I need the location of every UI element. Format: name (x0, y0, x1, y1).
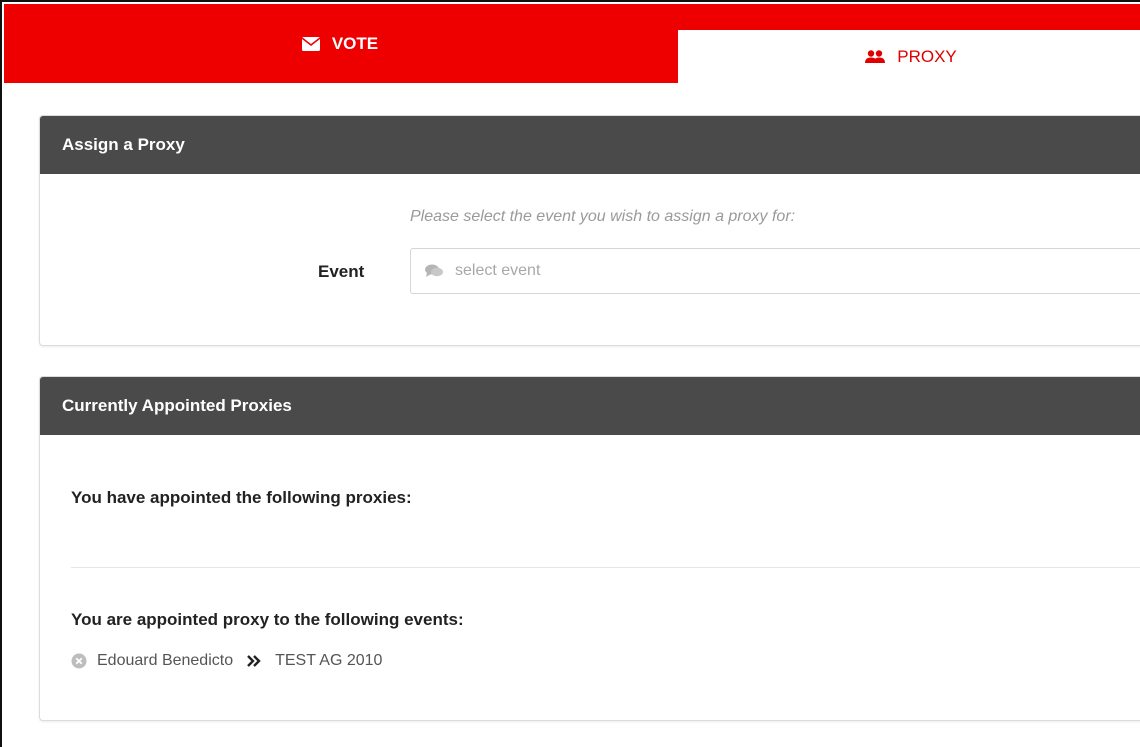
event-label: Event (318, 262, 365, 281)
comments-icon (425, 264, 443, 278)
tab-vote[interactable]: VOTE (4, 4, 676, 83)
list-item: Edouard Benedicto TEST AG 2010 (71, 652, 382, 670)
appointed-heading: You have appointed the following proxies… (71, 488, 412, 507)
current-proxies-title: Currently Appointed Proxies (40, 377, 1140, 435)
tab-vote-label: VOTE (331, 33, 379, 53)
proxy-person-name: Edouard Benedicto (97, 652, 234, 669)
page-frame: VOTE PROXY Assign a Proxy Please select … (0, 0, 1140, 747)
double-chevron-right-icon (247, 655, 261, 667)
tab-proxy-label: PROXY (897, 46, 957, 66)
users-icon (865, 49, 886, 64)
tab-proxy[interactable]: PROXY (678, 30, 1140, 83)
event-select-placeholder: select event (455, 262, 541, 279)
event-select[interactable]: select event (410, 248, 1140, 294)
remove-circle-icon[interactable] (71, 653, 87, 669)
divider (71, 567, 1140, 568)
tab-bar: VOTE PROXY (4, 4, 1140, 83)
assign-proxy-title: Assign a Proxy (40, 116, 1140, 174)
assign-proxy-panel: Assign a Proxy (39, 115, 1140, 346)
envelope-icon (301, 36, 320, 51)
proxy-for-heading: You are appointed proxy to the following… (71, 610, 464, 629)
event-hint: Please select the event you wish to assi… (410, 208, 796, 225)
proxy-event-name: TEST AG 2010 (275, 652, 383, 669)
